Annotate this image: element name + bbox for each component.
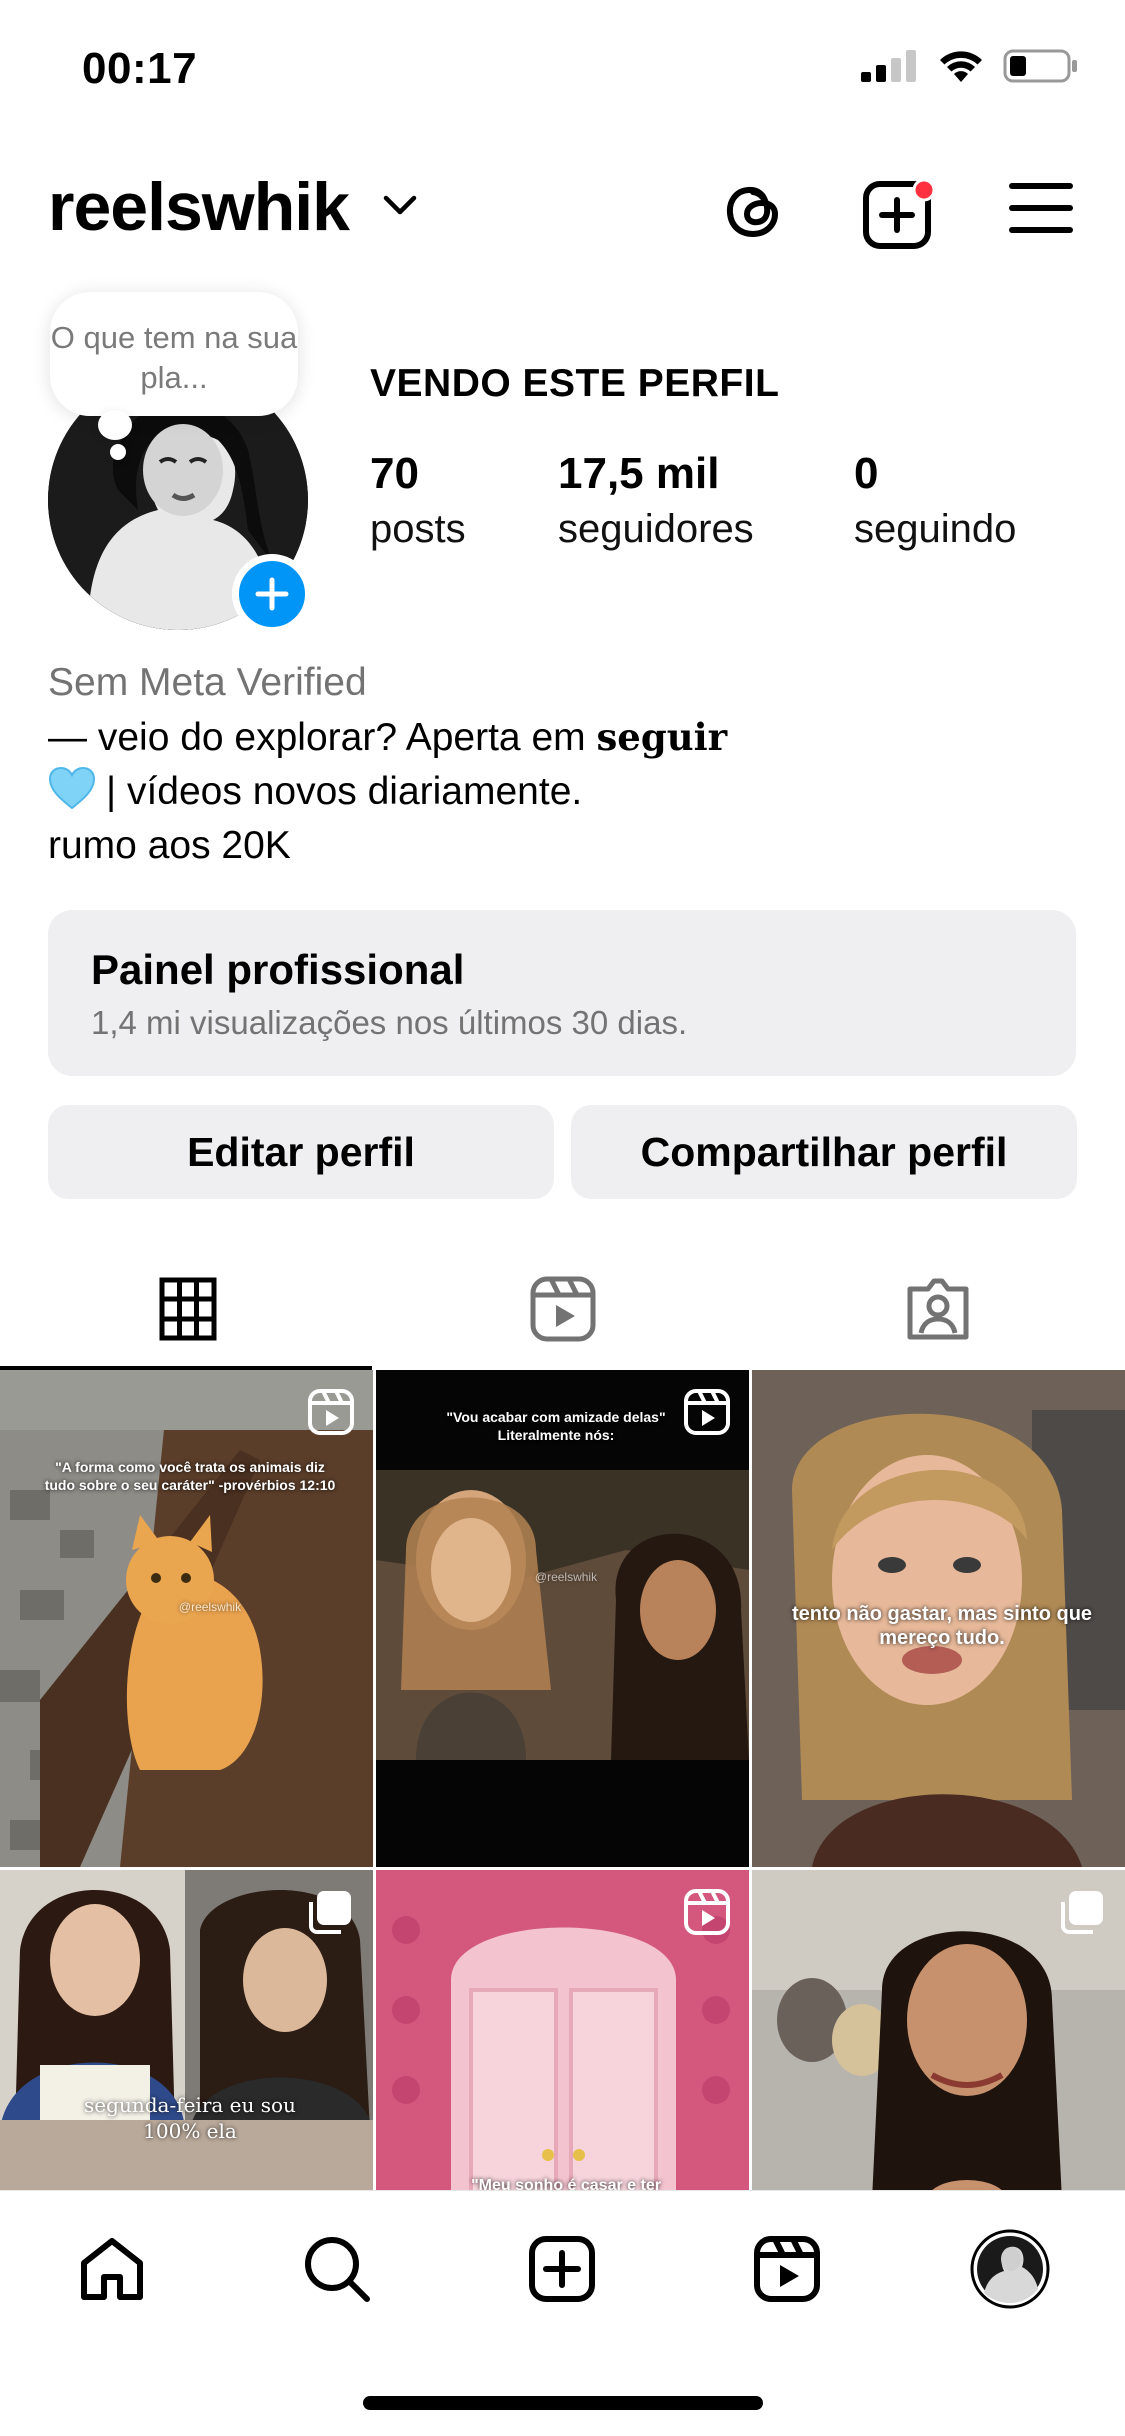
search-icon [305,2237,370,2302]
stat-posts-count: 70 [370,449,419,498]
profile-bio: Sem Meta Verified — veio do explorar? Ap… [48,656,727,873]
reels-icon [754,2236,820,2302]
post-caption: "Vou acabar com amizade delas" Literalme… [446,1409,666,1443]
profile-note-bubble[interactable]: O que tem na sua pla... [50,292,298,416]
nav-home[interactable] [72,2229,152,2309]
profile-avatar-icon [970,2229,1050,2309]
post-caption: "A forma como você trata os animais diz … [44,1459,336,1493]
cellular-signal-icon [861,50,916,82]
stat-followers-label: seguidores [558,507,754,551]
posts-grid: "A forma como você trata os animais diz … [0,1370,1125,2190]
reel-badge-icon [308,1389,354,1435]
grid-icon [159,1277,216,1341]
post-thumbnail [0,1370,373,1867]
chevron-down-icon[interactable] [382,194,418,218]
menu-icon[interactable] [1008,174,1074,240]
reels-icon [530,1276,595,1342]
nav-create[interactable] [522,2229,602,2309]
create-icon [529,2236,595,2302]
grid-post[interactable] [752,1870,1125,2190]
stat-following[interactable]: 0 seguindo [854,448,1016,558]
wifi-icon [940,51,982,82]
status-bar: 00:17 [0,0,1125,140]
post-watermark: @reelswhik [534,1570,598,1584]
stat-posts-label: posts [370,507,466,551]
professional-dashboard-title: Painel profissional [91,946,465,993]
tagged-icon [907,1278,968,1340]
nav-profile[interactable] [970,2229,1050,2309]
bio-line-1-bold: seguir [596,715,728,759]
post-caption: tento não gastar, mas sinto que mereço t… [791,1603,1093,1649]
profile-header: reelswhik [0,160,1125,280]
status-time: 00:17 [82,44,198,93]
reel-badge-icon [684,1889,730,1935]
carousel-badge-icon [1061,1891,1103,1934]
grid-post[interactable]: "Vou acabar com amizade delas" Literalme… [376,1370,749,1867]
stat-following-label: seguindo [854,507,1017,551]
nav-reels[interactable] [747,2229,827,2309]
grid-post[interactable]: tento não gastar, mas sinto que mereço t… [752,1370,1125,1867]
tab-grid[interactable] [0,1248,375,1370]
grid-post[interactable]: "Meu sonho é casar e ter [376,1870,749,2190]
bio-line-2-text: | vídeos novos diariamente. [106,770,583,813]
carousel-badge-icon [309,1891,351,1934]
add-story-button[interactable] [232,554,312,634]
home-icon [81,2238,143,2300]
post-thumbnail [376,1370,749,1867]
tab-reels[interactable] [375,1248,750,1370]
bio-line-1: — veio do explorar? Aperta em seguir [48,710,727,765]
post-caption: segunda-feira eu sou 100% ela [84,2093,296,2143]
professional-dashboard-subtitle: 1,4 mi visualizações nos últimos 30 dias… [91,1004,688,1041]
edit-profile-button[interactable]: Editar perfil [48,1105,554,1199]
bio-line-1-text: — veio do explorar? Aperta em [48,716,586,759]
tab-tagged[interactable] [750,1248,1125,1370]
bio-line-2: | vídeos novos diariamente. [48,765,727,819]
profile-tabs [0,1248,1125,1370]
home-indicator [363,2396,763,2410]
grid-post[interactable]: segunda-feira eu sou 100% ela [0,1870,373,2190]
meta-verified-link[interactable]: Sem Meta Verified [48,656,727,710]
username-title[interactable]: reelswhik [48,168,350,246]
stat-followers[interactable]: 17,5 mil seguidores [558,448,754,558]
grid-post[interactable]: "A forma como você trata os animais diz … [0,1370,373,1867]
bio-line-3: rumo aos 20K [48,824,291,867]
light-blue-heart-icon [48,766,96,810]
stat-following-count: 0 [854,449,879,498]
threads-icon[interactable] [718,174,790,246]
battery-icon [1003,49,1077,83]
professional-dashboard-card[interactable]: Painel profissional 1,4 mi visualizações… [48,910,1076,1076]
create-post-icon[interactable] [860,174,940,254]
post-caption: "Meu sonho é casar e ter [471,2177,661,2190]
status-icons [861,48,1079,84]
notification-dot [912,178,936,202]
profile-display-name: VENDO ESTE PERFIL [370,362,780,405]
stat-posts[interactable]: 70 posts [370,448,466,558]
plus-icon [255,577,289,611]
note-tail-small [110,444,126,460]
share-profile-button[interactable]: Compartilhar perfil [571,1105,1077,1199]
stat-followers-count: 17,5 mil [558,449,720,498]
post-watermark: @reelswhik [178,1600,242,1614]
reel-badge-icon [684,1389,730,1435]
note-tail [98,410,132,440]
nav-search[interactable] [297,2229,377,2309]
